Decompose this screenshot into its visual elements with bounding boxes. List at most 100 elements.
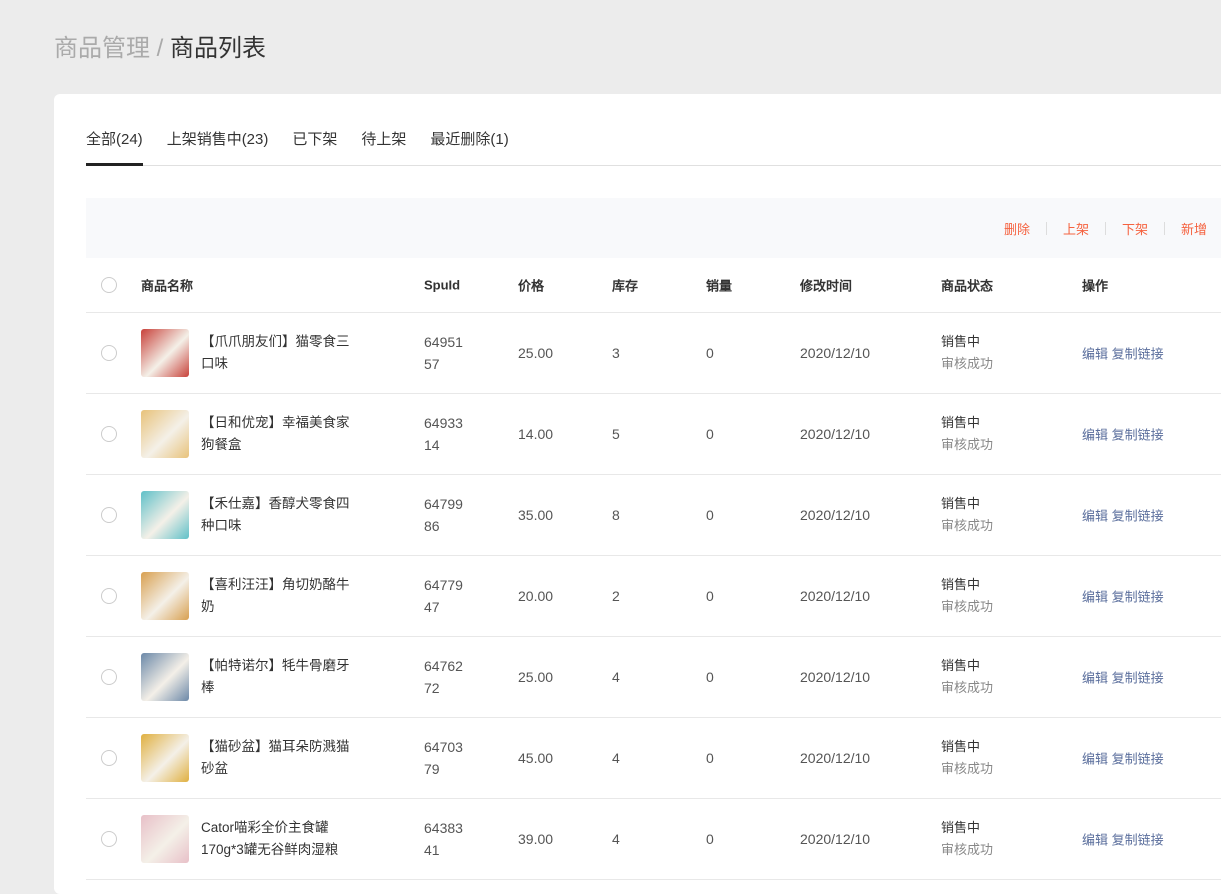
col-spuid: SpuId [424,277,461,293]
stock: 8 [612,507,620,523]
sale-status: 销售中 [941,577,981,592]
page-title: 商品列表 [170,35,267,62]
ops-cell: 编辑 复制链接 [1082,344,1164,363]
col-price: 价格 [518,278,545,294]
price: 14.00 [518,426,554,442]
row-select-radio[interactable] [101,831,117,847]
audit-status: 审核成功 [941,599,994,614]
select-all-radio[interactable] [101,277,117,293]
sale-status: 销售中 [941,658,981,673]
audit-status: 审核成功 [941,761,994,776]
product-thumbnail [141,572,189,620]
col-sales: 销量 [706,278,733,294]
stock: 3 [612,345,620,361]
list-button[interactable]: 上架 [1063,219,1089,238]
product-name: 【帕特诺尔】牦牛骨磨牙棒 [201,658,350,695]
audit-status: 审核成功 [941,842,994,857]
sale-status: 销售中 [941,739,981,754]
tab-all[interactable]: 全部(24) [86,122,143,166]
sale-status: 销售中 [941,820,981,835]
status-cell: 销售中 审核成功 [941,817,993,861]
row-select-radio[interactable] [101,588,117,604]
breadcrumb: 商品管理 / 商品列表 [54,28,266,63]
edit-link[interactable]: 编辑 [1082,428,1108,443]
toolbar: 删除 上架 下架 新增 [86,198,1221,258]
add-button[interactable]: 新增 [1181,219,1207,238]
tab-bar: 全部(24) 上架销售中(23) 已下架 待上架 最近删除(1) [86,122,1221,166]
sales: 0 [706,345,714,361]
product-list-card: 全部(24) 上架销售中(23) 已下架 待上架 最近删除(1) 删除 上架 下… [54,94,1221,894]
tab-recently-deleted[interactable]: 最近删除(1) [430,122,508,166]
spuid: 6438341 [424,820,463,858]
spuid: 6470379 [424,739,463,777]
row-select-radio[interactable] [101,669,117,685]
status-cell: 销售中 审核成功 [941,574,993,618]
ops-cell: 编辑 复制链接 [1082,506,1164,525]
edit-link[interactable]: 编辑 [1082,833,1108,848]
table-row: 【日和优宠】幸福美食家狗餐盒 6493314 14.00 5 0 2020/12… [86,394,1221,475]
divider [1163,221,1165,235]
ops-cell: 编辑 复制链接 [1082,425,1164,444]
audit-status: 审核成功 [941,680,994,695]
row-select-radio[interactable] [101,507,117,523]
table-row: Cator喵彩全价主食罐170g*3罐无谷鲜肉湿粮 6438341 39.00 … [86,799,1221,880]
price: 20.00 [518,588,554,604]
spuid: 6479986 [424,496,463,534]
delist-button[interactable]: 下架 [1122,219,1148,238]
modified-time: 2020/12/10 [800,345,871,361]
copy-link[interactable]: 复制链接 [1112,590,1164,605]
price: 45.00 [518,750,554,766]
price: 35.00 [518,507,554,523]
copy-link[interactable]: 复制链接 [1112,428,1164,443]
audit-status: 审核成功 [941,518,994,533]
spuid: 6493314 [424,415,463,453]
product-thumbnail [141,410,189,458]
table-row: 【帕特诺尔】牦牛骨磨牙棒 6476272 25.00 4 0 2020/12/1… [86,637,1221,718]
edit-link[interactable]: 编辑 [1082,590,1108,605]
tab-delisted[interactable]: 已下架 [292,122,337,166]
stock: 5 [612,426,620,442]
sales: 0 [706,669,714,685]
tab-pending[interactable]: 待上架 [361,122,406,166]
breadcrumb-parent[interactable]: 商品管理 [54,35,150,62]
ops-cell: 编辑 复制链接 [1082,587,1164,606]
row-select-radio[interactable] [101,345,117,361]
product-thumbnail [141,734,189,782]
copy-link[interactable]: 复制链接 [1112,347,1164,362]
edit-link[interactable]: 编辑 [1082,752,1108,767]
sales: 0 [706,426,714,442]
product-name: 【爪爪朋友们】猫零食三口味 [201,334,350,371]
modified-time: 2020/12/10 [800,507,871,523]
row-select-radio[interactable] [101,426,117,442]
sale-status: 销售中 [941,415,981,430]
sales: 0 [706,507,714,523]
modified-time: 2020/12/10 [800,588,871,604]
spuid: 6477947 [424,577,463,615]
modified-time: 2020/12/10 [800,426,871,442]
price: 25.00 [518,669,554,685]
col-name: 商品名称 [141,278,194,294]
copy-link[interactable]: 复制链接 [1112,509,1164,524]
sales: 0 [706,588,714,604]
stock: 4 [612,669,620,685]
copy-link[interactable]: 复制链接 [1112,671,1164,686]
table-row: 【猫砂盆】猫耳朵防溅猫砂盆 6470379 45.00 4 0 2020/12/… [86,718,1221,799]
status-cell: 销售中 审核成功 [941,736,993,780]
edit-link[interactable]: 编辑 [1082,671,1108,686]
divider [1104,221,1106,235]
modified-time: 2020/12/10 [800,669,871,685]
price: 39.00 [518,831,554,847]
col-stock: 库存 [612,278,639,294]
status-cell: 销售中 审核成功 [941,493,993,537]
sales: 0 [706,750,714,766]
edit-link[interactable]: 编辑 [1082,509,1108,524]
delete-button[interactable]: 删除 [1004,219,1030,238]
edit-link[interactable]: 编辑 [1082,347,1108,362]
product-name: 【日和优宠】幸福美食家狗餐盒 [201,415,350,452]
tab-on-sale[interactable]: 上架销售中(23) [167,122,269,166]
ops-cell: 编辑 复制链接 [1082,830,1164,849]
ops-cell: 编辑 复制链接 [1082,749,1164,768]
copy-link[interactable]: 复制链接 [1112,833,1164,848]
row-select-radio[interactable] [101,750,117,766]
copy-link[interactable]: 复制链接 [1112,752,1164,767]
